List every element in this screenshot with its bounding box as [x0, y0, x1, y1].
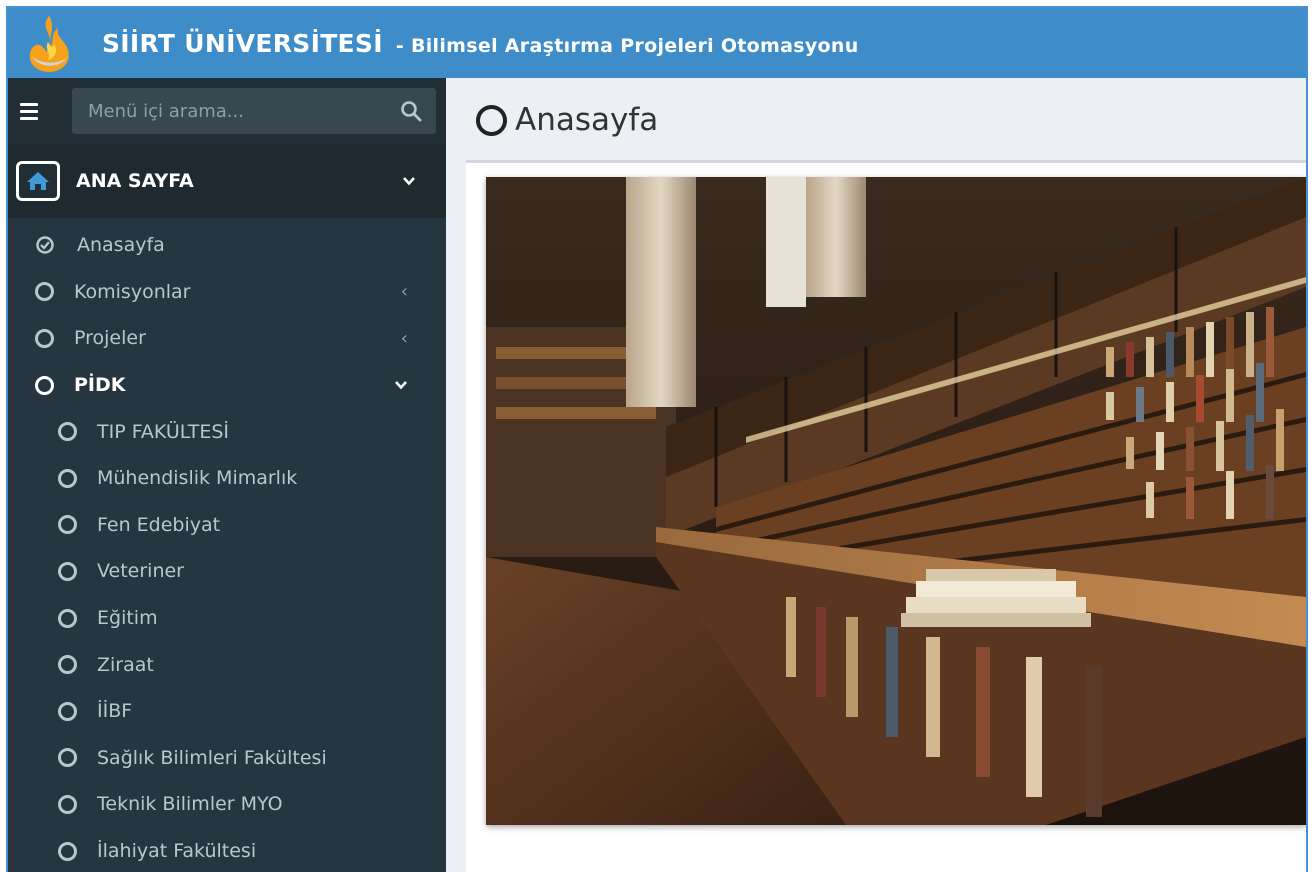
sidebar-subitem-egitim[interactable]: Eğitim: [8, 595, 446, 642]
main-content: Anasayfa: [446, 78, 1306, 872]
top-header: SİİRT ÜNİVERSİTESİ - Bilimsel Araştırma …: [8, 8, 1306, 78]
circle-icon: [58, 515, 77, 535]
circle-icon: [58, 561, 77, 581]
chevron-down-icon: [395, 381, 407, 390]
chevron-left-icon: ‹: [400, 327, 408, 349]
sidebar-item-pidk[interactable]: PİDK: [8, 362, 446, 409]
circle-icon: [58, 794, 77, 814]
sidebar-item-anasayfa[interactable]: Anasayfa: [8, 222, 446, 269]
circle-icon: [58, 608, 77, 628]
sidebar-subitem-label: Sağlık Bilimleri Fakültesi: [97, 746, 327, 769]
content-panel: [466, 160, 1306, 872]
app-frame: SİİRT ÜNİVERSİTESİ - Bilimsel Araştırma …: [6, 6, 1308, 872]
circle-icon: [476, 104, 507, 136]
check-circle-icon: [36, 236, 54, 255]
sidebar-subitem-label: Eğitim: [97, 607, 158, 630]
sidebar-subitem-label: Fen Edebiyat: [97, 513, 221, 536]
university-logo[interactable]: [16, 10, 82, 76]
sidebar-search: [72, 88, 436, 134]
circle-icon: [35, 375, 54, 395]
circle-icon: [58, 468, 77, 488]
sidebar-subitem-ilahiyat[interactable]: İlahiyat Fakültesi: [8, 828, 446, 872]
app-title: SİİRT ÜNİVERSİTESİ - Bilimsel Araştırma …: [102, 29, 859, 58]
circle-icon: [58, 841, 77, 861]
menu-section-ana-sayfa[interactable]: ANA SAYFA: [8, 144, 446, 218]
sidebar-subitem-fen-edebiyat[interactable]: Fen Edebiyat: [8, 502, 446, 549]
sidebar-subitem-label: İİBF: [97, 700, 133, 723]
circle-icon: [58, 422, 77, 442]
sidebar-subitem-iibf[interactable]: İİBF: [8, 688, 446, 735]
sidebar-item-label: Komisyonlar: [74, 280, 191, 303]
sidebar-item-komisyonlar[interactable]: Komisyonlar ‹: [8, 269, 446, 316]
page-header: Anasayfa: [446, 78, 1306, 162]
menu-section-title: ANA SAYFA: [76, 170, 194, 192]
sidebar-item-projeler[interactable]: Projeler ‹: [8, 315, 446, 362]
sidebar-search-row: [8, 78, 446, 144]
menu-search-input[interactable]: [86, 99, 390, 123]
sidebar-subitem-tip[interactable]: TIP FAKÜLTESİ: [8, 408, 446, 455]
sidebar-subitem-saglik[interactable]: Sağlık Bilimleri Fakültesi: [8, 735, 446, 782]
sidebar-subitem-label: Ziraat: [97, 653, 154, 676]
sidebar-subitem-label: Teknik Bilimler MYO: [97, 793, 283, 816]
circle-icon: [58, 655, 77, 675]
menu-toggle-icon[interactable]: [20, 91, 60, 131]
library-photo: [486, 177, 1306, 825]
sidebar-item-label: PİDK: [74, 374, 126, 397]
circle-icon: [58, 701, 77, 721]
brand-name: SİİRT ÜNİVERSİTESİ: [102, 28, 383, 58]
sidebar-item-label: Projeler: [74, 327, 146, 350]
sidebar-subitem-veteriner[interactable]: Veteriner: [8, 548, 446, 595]
sidebar-subitem-ziraat[interactable]: Ziraat: [8, 641, 446, 688]
chevron-down-icon: [403, 177, 415, 186]
chevron-left-icon: ‹: [400, 281, 408, 303]
search-icon[interactable]: [400, 100, 422, 122]
page-title: Anasayfa: [515, 102, 659, 138]
app-subtitle: - Bilimsel Araştırma Projeleri Otomasyon…: [395, 34, 859, 57]
circle-icon: [35, 282, 54, 302]
sidebar-subitem-label: İlahiyat Fakültesi: [97, 840, 257, 863]
sidebar: ANA SAYFA Anasayfa Komisyonlar ‹ Projele…: [8, 78, 446, 872]
sidebar-subitem-muhendislik[interactable]: Mühendislik Mimarlık: [8, 455, 446, 502]
circle-icon: [58, 748, 77, 768]
sidebar-subitem-label: Mühendislik Mimarlık: [97, 467, 298, 490]
sidebar-subitem-label: Veteriner: [97, 560, 184, 583]
sidebar-subitem-label: TIP FAKÜLTESİ: [97, 420, 229, 443]
circle-icon: [35, 328, 54, 348]
sidebar-item-label: Anasayfa: [77, 234, 165, 257]
home-icon: [16, 161, 60, 201]
sidebar-subitem-teknik[interactable]: Teknik Bilimler MYO: [8, 781, 446, 828]
